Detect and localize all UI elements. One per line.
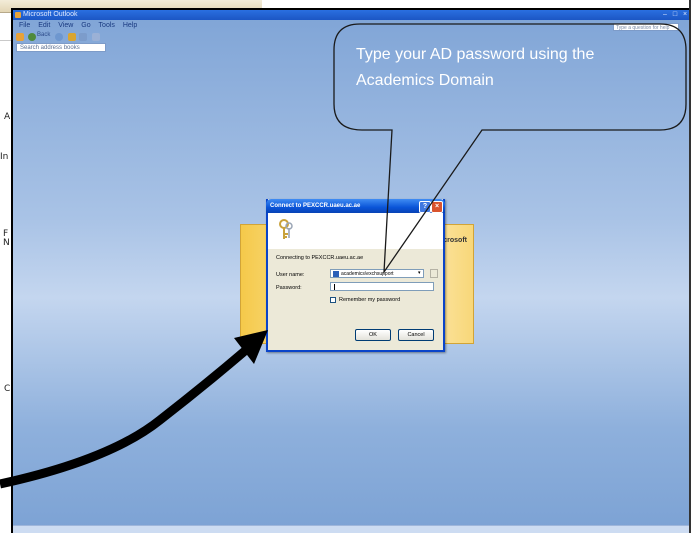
dialog-banner xyxy=(268,213,443,249)
connect-dialog: Connect to PEXCCR.uaeu.ac.ae ? × Connect… xyxy=(266,199,445,352)
user-icon xyxy=(333,271,339,277)
menu-go[interactable]: Go xyxy=(81,22,90,29)
browse-users-button[interactable] xyxy=(430,269,438,278)
cancel-button[interactable]: Cancel xyxy=(398,329,434,341)
dropdown-chevron-icon[interactable]: ▾ xyxy=(418,270,421,276)
keys-icon xyxy=(279,219,293,239)
bg-fragment: In xyxy=(0,152,9,162)
dialog-titlebar: Connect to PEXCCR.uaeu.ac.ae ? × xyxy=(266,199,445,213)
toolbar: Back xyxy=(13,31,691,42)
address-book-search-input[interactable]: Search address books xyxy=(16,43,106,52)
menu-tools[interactable]: Tools xyxy=(99,22,115,29)
help-icon[interactable]: ? xyxy=(419,201,431,213)
menu-edit[interactable]: Edit xyxy=(38,22,50,29)
user-name-value: academics\exchsupport xyxy=(341,271,394,277)
close-icon[interactable]: × xyxy=(431,201,443,213)
remember-password-label: Remember my password xyxy=(339,297,401,303)
window-title: Microsoft Outlook xyxy=(23,11,78,18)
bg-fragment: C xyxy=(4,384,11,394)
remember-password-checkbox[interactable] xyxy=(330,297,336,303)
bg-fragment: A xyxy=(4,112,11,122)
menu-file[interactable]: File xyxy=(19,22,30,29)
menu-bar: File Edit View Go Tools Help xyxy=(13,20,691,31)
close-icon[interactable]: × xyxy=(681,11,689,19)
minimize-icon[interactable]: – xyxy=(661,11,669,19)
ok-button[interactable]: OK xyxy=(355,329,391,341)
status-bar xyxy=(13,525,691,533)
text-cursor xyxy=(334,284,335,290)
outlook-icon xyxy=(15,12,21,18)
window-titlebar: Microsoft Outlook – □ × xyxy=(13,10,691,20)
undo-icon[interactable] xyxy=(92,33,100,41)
maximize-icon[interactable]: □ xyxy=(671,11,679,19)
callout-text: Type your AD password using the Academic… xyxy=(356,46,595,89)
connecting-text: Connecting to PEXCCR.uaeu.ac.ae xyxy=(276,255,364,261)
send-receive-icon[interactable] xyxy=(16,33,24,41)
back-icon[interactable] xyxy=(28,33,36,41)
folder-icon[interactable] xyxy=(68,33,76,41)
bg-fragment: N xyxy=(3,238,10,248)
forward-icon[interactable] xyxy=(55,33,63,41)
password-field[interactable] xyxy=(330,282,434,291)
calendar-icon[interactable] xyxy=(79,33,87,41)
user-name-field[interactable]: academics\exchsupport xyxy=(330,269,424,278)
password-label: Password: xyxy=(276,285,302,291)
back-button-label[interactable]: Back xyxy=(37,32,50,38)
menu-view[interactable]: View xyxy=(58,22,73,29)
user-name-label: User name: xyxy=(276,272,305,278)
help-search-input[interactable]: Type a question for help xyxy=(613,23,679,31)
menu-help[interactable]: Help xyxy=(123,22,137,29)
dialog-title: Connect to PEXCCR.uaeu.ac.ae xyxy=(270,203,361,209)
